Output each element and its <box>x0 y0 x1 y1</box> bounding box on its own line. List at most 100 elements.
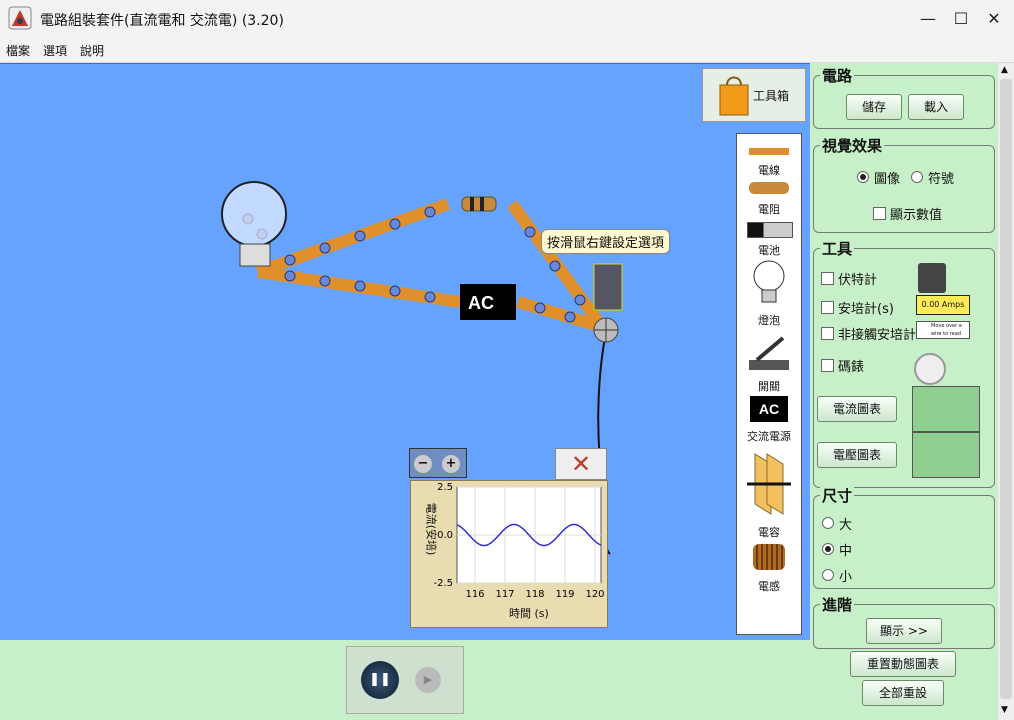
load-button[interactable]: 載入 <box>908 94 964 120</box>
size-medium-label: 中 <box>839 544 853 559</box>
visual-title: 視覺效果 <box>820 135 885 156</box>
current-chart-panel[interactable]: 116 117 118 119 120 2.5 0.0 -2.5 電流(安培) 時間 (s) <box>410 480 608 628</box>
stopwatch-label: 碼錶 <box>838 360 865 375</box>
visual-group: 視覺效果 圖像 符號 顯示數值 <box>813 135 995 233</box>
light-bulb <box>221 181 287 247</box>
voltage-chart-thumbnail <box>912 432 980 478</box>
tools-group: 工具 伏特計 安培計(s) 0.00 Amps 非接觸安培計 Move over… <box>813 238 995 488</box>
voltage-chart-button[interactable]: 電壓圖表 <box>817 442 897 468</box>
symbol-label: 符號 <box>928 172 955 187</box>
chart-close-icon[interactable]: ✕ <box>555 448 607 480</box>
scrollbar-thumb[interactable] <box>1000 79 1012 699</box>
resistor-icon[interactable] <box>749 182 789 194</box>
x-tick-label: 120 <box>585 589 604 600</box>
bulb-icon[interactable] <box>751 260 787 306</box>
image-radio[interactable] <box>857 171 869 183</box>
reset-charts-button[interactable]: 重置動態圖表 <box>850 651 956 677</box>
palette-resistor-label: 電阻 <box>758 203 780 216</box>
shopping-bag-icon <box>719 76 749 116</box>
capacitor-icon[interactable] <box>747 450 791 520</box>
reset-all-button[interactable]: 全部重設 <box>862 680 944 706</box>
app-icon <box>8 6 32 30</box>
toolbox-label: 工具箱 <box>753 89 790 103</box>
right-click-tooltip: 按滑鼠右鍵設定選項 <box>541 229 671 254</box>
x-tick-label: 119 <box>555 589 574 600</box>
maximize-button[interactable]: ☐ <box>947 6 975 32</box>
step-icon[interactable]: ▶ <box>415 667 441 693</box>
circuit-canvas[interactable]: AC 按滑鼠右鍵設定選項 工具箱 電線 電阻 電池 燈泡 開關 AC 交流電源 … <box>0 63 810 640</box>
palette-battery-label: 電池 <box>758 244 780 257</box>
ac-source-icon[interactable]: AC <box>750 396 788 422</box>
palette-inductor-label: 電感 <box>758 580 780 593</box>
playback-panel: ❚❚ ▶ <box>346 646 464 714</box>
window-title: 電路組裝套件(直流電和 交流電) (3.20) <box>40 13 284 29</box>
voltmeter-label: 伏特計 <box>838 273 878 288</box>
advanced-title: 進階 <box>820 594 855 615</box>
battery-icon[interactable] <box>747 222 793 238</box>
chart-zoom-controls: − + <box>409 448 467 478</box>
scroll-down-icon[interactable]: ▼ <box>1001 705 1008 715</box>
palette-capacitor-label: 電容 <box>758 526 780 539</box>
show-advanced-button[interactable]: 顯示 >> <box>866 618 942 644</box>
toolbox-button[interactable]: 工具箱 <box>702 68 806 122</box>
menu-file[interactable]: 檔案 <box>6 42 30 59</box>
stopwatch-checkbox[interactable] <box>821 359 834 372</box>
zoom-out-icon[interactable]: − <box>414 455 432 473</box>
minimize-button[interactable]: — <box>914 6 942 32</box>
size-small-label: 小 <box>839 570 853 585</box>
x-tick-label: 117 <box>495 589 514 600</box>
size-large-label: 大 <box>839 518 853 533</box>
tools-title: 工具 <box>820 238 855 259</box>
noncontact-checkbox[interactable] <box>821 327 834 340</box>
symbol-radio[interactable] <box>911 171 923 183</box>
close-button[interactable]: ✕ <box>980 6 1008 32</box>
scroll-up-icon[interactable]: ▲ <box>1001 65 1008 75</box>
stopwatch-icon <box>914 353 946 385</box>
image-label: 圖像 <box>874 172 901 187</box>
y-tick-label: 0.0 <box>437 530 453 541</box>
ammeter-checkbox[interactable] <box>821 301 834 314</box>
size-title: 尺寸 <box>820 485 855 506</box>
palette-wire-label: 電線 <box>758 164 780 177</box>
ammeter-device <box>593 263 623 311</box>
circuit-drawing[interactable] <box>0 64 810 640</box>
show-values-label: 顯示數值 <box>890 208 943 223</box>
palette-bulb-label: 燈泡 <box>758 314 780 327</box>
pause-icon[interactable]: ❚❚ <box>361 661 399 699</box>
zoom-in-icon[interactable]: + <box>442 455 460 473</box>
current-chart-button[interactable]: 電流圖表 <box>817 396 897 422</box>
vertical-scrollbar[interactable]: ▲ ▼ <box>998 63 1014 720</box>
y-tick-label: -2.5 <box>433 578 453 589</box>
chart-xlabel: 時間 (s) <box>509 607 549 620</box>
voltmeter-checkbox[interactable] <box>821 272 834 285</box>
component-palette: 電線 電阻 電池 燈泡 開關 AC 交流電源 電容 電感 <box>736 133 802 635</box>
switch-icon[interactable] <box>747 334 791 374</box>
menu-options[interactable]: 選項 <box>43 42 67 59</box>
y-tick-label: 2.5 <box>437 482 453 493</box>
save-button[interactable]: 儲存 <box>846 94 902 120</box>
ac-source-label: AC <box>468 293 494 313</box>
noncontact-label: 非接觸安培計 <box>838 328 917 343</box>
show-values-checkbox[interactable] <box>873 207 886 220</box>
menu-bar: 檔案 選項 說明 <box>0 38 1014 63</box>
size-large-radio[interactable] <box>822 517 834 529</box>
x-tick-label: 118 <box>525 589 544 600</box>
title-bar: 電路組裝套件(直流電和 交流電) (3.20) — ☐ ✕ <box>0 0 1014 38</box>
ammeter-label: 安培計(s) <box>838 302 894 317</box>
size-medium-radio[interactable] <box>822 543 834 555</box>
size-small-radio[interactable] <box>822 569 834 581</box>
circuit-group: 電路 儲存 載入 <box>813 65 995 129</box>
advanced-group: 進階 顯示 >> <box>813 594 995 649</box>
wire-icon[interactable] <box>749 148 789 155</box>
control-panel: 電路 儲存 載入 視覺效果 圖像 符號 顯示數值 工具 伏特計 安培計(s) 0… <box>810 63 998 720</box>
current-chart-thumbnail <box>912 386 980 432</box>
palette-switch-label: 開關 <box>758 380 780 393</box>
voltmeter-icon <box>918 263 946 293</box>
resistor <box>461 196 497 212</box>
size-group: 尺寸 大 中 小 <box>813 485 995 589</box>
noncontact-icon: Move over a wire to read current. <box>916 321 970 339</box>
x-tick-label: 116 <box>465 589 484 600</box>
palette-ac-label: 交流電源 <box>747 430 791 443</box>
menu-help[interactable]: 說明 <box>80 42 104 59</box>
inductor-icon[interactable] <box>753 544 785 570</box>
